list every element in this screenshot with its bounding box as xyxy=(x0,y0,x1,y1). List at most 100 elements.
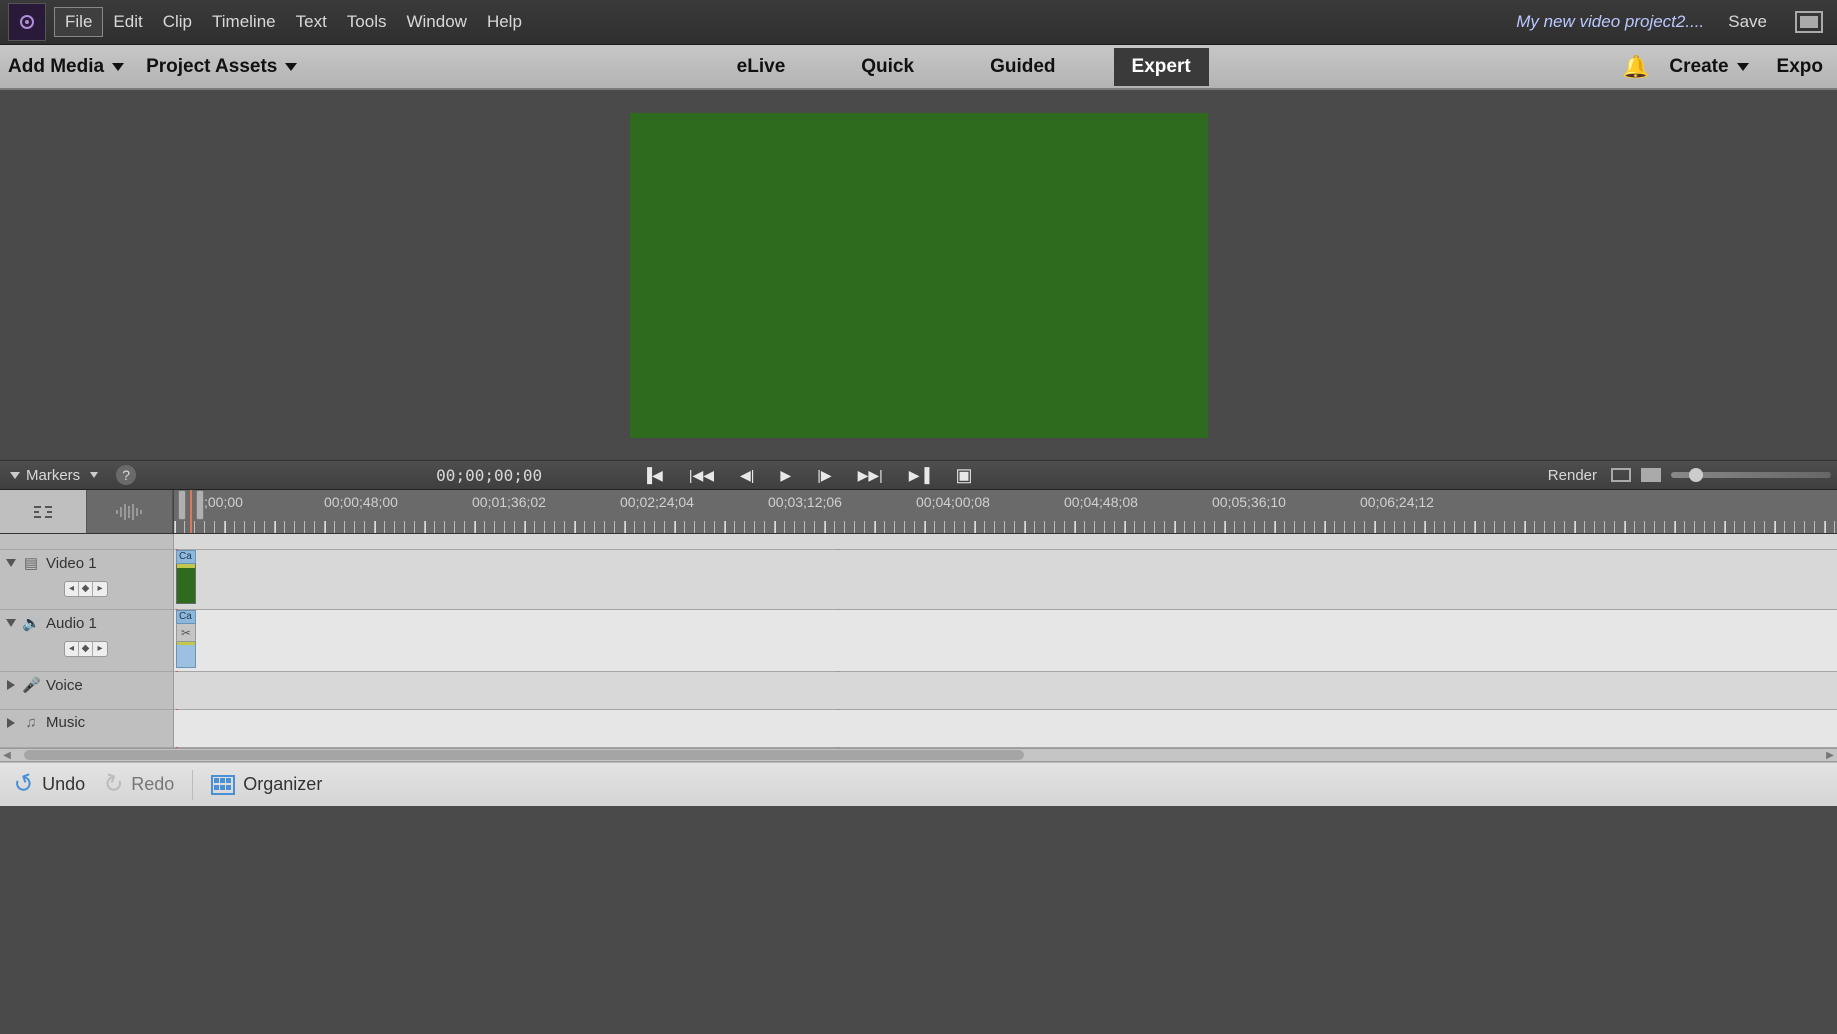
menu-timeline[interactable]: Timeline xyxy=(202,8,286,36)
track-head-video-1: ▤ Video 1 ◂◆▸ xyxy=(0,550,174,609)
step-forward-icon[interactable]: |▶ xyxy=(817,467,831,484)
timeline-ruler: ;00;00 00;00;48;00 00;01;36;02 00;02;24;… xyxy=(0,490,1837,534)
loop-icon[interactable] xyxy=(1641,468,1661,482)
microphone-icon: 🎤 xyxy=(22,676,40,694)
create-button[interactable]: Create xyxy=(1661,56,1756,78)
export-label: Expo xyxy=(1777,56,1823,78)
keyframe-stepper[interactable]: ◂◆▸ xyxy=(64,581,108,597)
next-edit-icon[interactable]: ▶▶| xyxy=(858,467,883,484)
menu-window[interactable]: Window xyxy=(396,8,476,36)
goto-end-icon[interactable]: ▶▐ xyxy=(909,467,930,484)
create-label: Create xyxy=(1669,56,1728,78)
speaker-icon: 🔊 xyxy=(22,614,40,632)
redo-button[interactable]: ↻ Redo xyxy=(103,770,174,799)
undo-button[interactable]: ↻ Undo xyxy=(14,770,85,799)
scrollbar-thumb[interactable] xyxy=(24,750,1024,760)
track-body-audio-1[interactable]: Ca ✂ xyxy=(174,610,1837,671)
prev-edit-icon[interactable]: |◀◀ xyxy=(689,467,714,484)
notifications-icon[interactable]: 🔔 xyxy=(1622,54,1649,80)
ruler-label: 00;01;36;02 xyxy=(472,494,546,510)
disclosure-icon[interactable] xyxy=(6,559,16,567)
play-icon[interactable]: ▶ xyxy=(780,467,791,484)
track-head-voice: 🎤 Voice xyxy=(0,672,174,709)
keyframe-stepper[interactable]: ◂◆▸ xyxy=(64,641,108,657)
clip-video-1[interactable]: Ca xyxy=(176,550,196,606)
preview-canvas[interactable] xyxy=(630,113,1208,438)
filmstrip-icon: ▤ xyxy=(22,554,40,572)
markers-dropdown[interactable]: Markers xyxy=(0,467,108,484)
track-head-audio-1: 🔊 Audio 1 ◂◆▸ xyxy=(0,610,174,671)
scroll-right-icon[interactable]: ▶ xyxy=(1823,748,1837,762)
markers-label: Markers xyxy=(26,467,80,484)
preview-area xyxy=(0,90,1837,460)
export-button[interactable]: Expo xyxy=(1769,56,1831,78)
ruler-label: 00;04;48;08 xyxy=(1064,494,1138,510)
track-name: Audio 1 xyxy=(46,615,97,632)
chevron-down-icon xyxy=(112,63,124,71)
music-note-icon: ♫ xyxy=(22,714,40,731)
track-body-voice[interactable] xyxy=(174,672,1837,709)
project-assets-button[interactable]: Project Assets xyxy=(138,45,305,88)
timeline-tool-align-icon[interactable] xyxy=(0,490,87,533)
menu-clip[interactable]: Clip xyxy=(153,8,202,36)
timeline-tool-waveform-icon[interactable] xyxy=(87,490,174,533)
tab-elive[interactable]: eLive xyxy=(719,48,804,86)
scissors-icon: ✂ xyxy=(176,624,196,642)
clip-audio-1[interactable]: Ca ✂ xyxy=(176,610,196,668)
undo-label: Undo xyxy=(42,774,85,795)
menubar: File Edit Clip Timeline Text Tools Windo… xyxy=(0,0,1837,45)
clip-label: Ca xyxy=(176,550,196,564)
track-body-music[interactable] xyxy=(174,710,1837,747)
chevron-down-icon xyxy=(1737,63,1749,71)
track-name: Voice xyxy=(46,677,83,694)
menu-tools[interactable]: Tools xyxy=(337,8,397,36)
chevron-down-icon xyxy=(10,472,20,479)
track-head-music: ♫ Music xyxy=(0,710,174,747)
transport-bar: Markers ? 00;00;00;00 ▐◀ |◀◀ ◀| ▶ |▶ ▶▶|… xyxy=(0,460,1837,490)
tab-expert[interactable]: Expert xyxy=(1114,48,1209,86)
clip-waveform xyxy=(176,642,196,668)
menu-text[interactable]: Text xyxy=(286,8,337,36)
chevron-down-icon xyxy=(90,472,98,478)
project-assets-label: Project Assets xyxy=(146,56,277,78)
timeline-horizontal-scrollbar[interactable]: ◀ ▶ xyxy=(0,748,1837,762)
save-button[interactable]: Save xyxy=(1714,12,1781,32)
fullscreen-icon[interactable] xyxy=(1795,11,1823,33)
help-icon[interactable]: ? xyxy=(116,465,136,485)
app-icon xyxy=(8,3,46,41)
add-media-button[interactable]: Add Media xyxy=(0,45,132,88)
track-video-1: ▤ Video 1 ◂◆▸ Ca xyxy=(0,550,1837,610)
workspace-tabs: eLive Quick Guided Expert xyxy=(305,48,1622,86)
organizer-label: Organizer xyxy=(243,774,322,795)
disclosure-icon[interactable] xyxy=(7,718,15,728)
menu-help[interactable]: Help xyxy=(477,8,532,36)
track-voice: 🎤 Voice xyxy=(0,672,1837,710)
snapshot-icon[interactable]: ▣ xyxy=(955,465,972,486)
chevron-down-icon xyxy=(285,63,297,71)
disclosure-icon[interactable] xyxy=(7,680,15,690)
menu-edit[interactable]: Edit xyxy=(103,8,152,36)
bottom-bar: ↻ Undo ↻ Redo Organizer xyxy=(0,762,1837,806)
track-name: Music xyxy=(46,714,85,731)
disclosure-icon[interactable] xyxy=(6,619,16,627)
project-title: My new video project2.... xyxy=(1516,12,1714,32)
current-timecode[interactable]: 00;00;00;00 xyxy=(436,466,542,485)
timeline-zoom-slider[interactable] xyxy=(1671,472,1831,478)
add-media-label: Add Media xyxy=(8,56,104,78)
safe-margins-icon[interactable] xyxy=(1611,468,1631,482)
track-body-video-1[interactable]: Ca xyxy=(174,550,1837,609)
menu-file[interactable]: File xyxy=(54,7,103,37)
step-back-icon[interactable]: ◀| xyxy=(740,467,754,484)
ruler-track[interactable]: ;00;00 00;00;48;00 00;01;36;02 00;02;24;… xyxy=(174,490,1837,533)
ruler-label: 00;04;00;08 xyxy=(916,494,990,510)
divider xyxy=(192,770,193,800)
tab-guided[interactable]: Guided xyxy=(972,48,1073,86)
organizer-icon xyxy=(211,775,235,795)
tab-quick[interactable]: Quick xyxy=(843,48,932,86)
track-music: ♫ Music xyxy=(0,710,1837,748)
scroll-left-icon[interactable]: ◀ xyxy=(0,748,14,762)
organizer-button[interactable]: Organizer xyxy=(211,774,322,795)
undo-icon: ↻ xyxy=(10,767,39,801)
goto-start-icon[interactable]: ▐◀ xyxy=(642,467,663,484)
render-button[interactable]: Render xyxy=(1548,467,1601,484)
